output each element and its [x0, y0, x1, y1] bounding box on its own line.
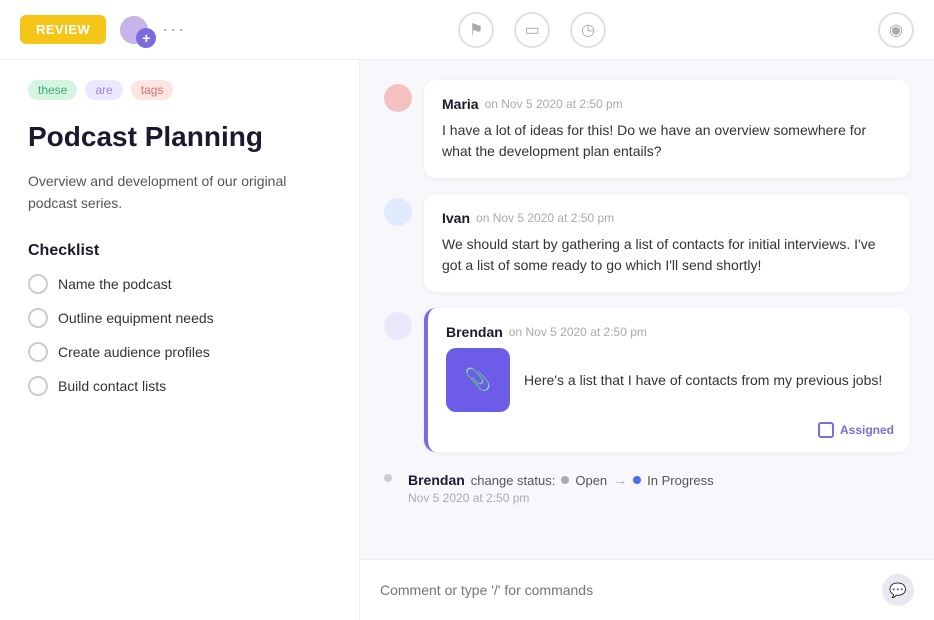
send-button[interactable]: 💬 — [882, 574, 914, 606]
checklist-item-3[interactable]: Create audience profiles — [28, 342, 331, 362]
comment-row-maria: Maria on Nov 5 2020 at 2:50 pm I have a … — [384, 80, 910, 178]
top-bar-right: ◉ — [878, 12, 914, 48]
status-action: change status: — [471, 473, 556, 488]
checklist-label-3: Create audience profiles — [58, 344, 210, 360]
left-panel: these are tags Podcast Planning Overview… — [0, 60, 360, 620]
clock-icon: ◷ — [581, 20, 595, 40]
status-to: In Progress — [647, 473, 713, 488]
avatar-group: + — [118, 14, 150, 46]
top-bar: REVIEW + ··· ⚑ ▭ ◷ ◉ — [0, 0, 934, 60]
checkbox-3[interactable] — [28, 342, 48, 362]
page-title: Podcast Planning — [28, 120, 331, 154]
right-panel: Maria on Nov 5 2020 at 2:50 pm I have a … — [360, 60, 934, 620]
eye-icon: ◉ — [889, 20, 903, 40]
tag-tags[interactable]: tags — [131, 80, 174, 100]
comment-row-ivan: Ivan on Nov 5 2020 at 2:50 pm We should … — [384, 194, 910, 292]
card-icon: ▭ — [525, 20, 540, 40]
checklist-label-1: Name the podcast — [58, 276, 172, 292]
assigned-label: Assigned — [840, 423, 894, 437]
tag-are[interactable]: are — [85, 80, 122, 100]
card-button[interactable]: ▭ — [514, 12, 550, 48]
checklist-item-1[interactable]: Name the podcast — [28, 274, 331, 294]
comment-card-ivan: Ivan on Nov 5 2020 at 2:50 pm We should … — [424, 194, 910, 292]
status-dot-inprogress — [633, 476, 641, 484]
avatar-maria — [384, 84, 412, 112]
arrow-icon: → — [613, 472, 627, 488]
comment-input[interactable] — [380, 582, 882, 598]
clock-button[interactable]: ◷ — [570, 12, 606, 48]
status-dot-open — [561, 476, 569, 484]
comments-area: Maria on Nov 5 2020 at 2:50 pm I have a … — [360, 60, 934, 559]
review-button[interactable]: REVIEW — [20, 15, 106, 44]
page-description: Overview and development of our original… — [28, 170, 331, 215]
more-options-button[interactable]: ··· — [162, 19, 186, 40]
main-content: these are tags Podcast Planning Overview… — [0, 60, 934, 620]
top-bar-icons: ⚑ ▭ ◷ — [458, 12, 606, 48]
author-maria: Maria — [442, 96, 479, 112]
checklist: Name the podcast Outline equipment needs… — [28, 274, 331, 396]
checkbox-1[interactable] — [28, 274, 48, 294]
status-timestamp: Nov 5 2020 at 2:50 pm — [408, 491, 714, 505]
timestamp-maria: on Nov 5 2020 at 2:50 pm — [485, 97, 623, 111]
checklist-item-4[interactable]: Build contact lists — [28, 376, 331, 396]
bullet-dot — [384, 474, 392, 482]
checkbox-2[interactable] — [28, 308, 48, 328]
top-bar-left: REVIEW + ··· — [20, 14, 186, 46]
timestamp-brendan: on Nov 5 2020 at 2:50 pm — [509, 325, 647, 339]
tags-row: these are tags — [28, 80, 331, 100]
assigned-badge: Assigned — [818, 422, 894, 438]
text-ivan: We should start by gathering a list of c… — [442, 234, 892, 276]
tag-these[interactable]: these — [28, 80, 77, 100]
checkbox-4[interactable] — [28, 376, 48, 396]
text-brendan: Here's a list that I have of contacts fr… — [524, 370, 882, 391]
comment-header-ivan: Ivan on Nov 5 2020 at 2:50 pm — [442, 210, 892, 226]
flag-button[interactable]: ⚑ — [458, 12, 494, 48]
status-change-row: Brendan change status: Open → In Progres… — [384, 468, 910, 509]
comment-header-brendan: Brendan on Nov 5 2020 at 2:50 pm — [446, 324, 892, 340]
text-maria: I have a lot of ideas for this! Do we ha… — [442, 120, 892, 162]
timestamp-ivan: on Nov 5 2020 at 2:50 pm — [476, 211, 614, 225]
assigned-checkbox[interactable] — [818, 422, 834, 438]
comment-input-area: 💬 — [360, 559, 934, 620]
status-change: Brendan change status: Open → In Progres… — [408, 468, 714, 509]
flag-icon: ⚑ — [469, 20, 483, 40]
status-change-content: Brendan change status: Open → In Progres… — [408, 472, 714, 488]
attachment-icon: 📎 — [464, 367, 491, 393]
eye-button[interactable]: ◉ — [878, 12, 914, 48]
comment-header-maria: Maria on Nov 5 2020 at 2:50 pm — [442, 96, 892, 112]
comment-card-maria: Maria on Nov 5 2020 at 2:50 pm I have a … — [424, 80, 910, 178]
checklist-item-2[interactable]: Outline equipment needs — [28, 308, 331, 328]
comment-row-brendan: Brendan on Nov 5 2020 at 2:50 pm 📎 Here'… — [384, 308, 910, 452]
avatar-brendan — [384, 312, 412, 340]
send-icon: 💬 — [889, 582, 906, 599]
checklist-label-2: Outline equipment needs — [58, 310, 214, 326]
checklist-label-4: Build contact lists — [58, 378, 166, 394]
avatar-ivan — [384, 198, 412, 226]
checklist-title: Checklist — [28, 242, 331, 260]
comment-card-brendan: Brendan on Nov 5 2020 at 2:50 pm 📎 Here'… — [424, 308, 910, 452]
attachment-thumb[interactable]: 📎 — [446, 348, 510, 412]
status-author: Brendan — [408, 472, 465, 488]
author-ivan: Ivan — [442, 210, 470, 226]
add-member-button[interactable]: + — [136, 28, 156, 48]
attachment-row: 📎 Here's a list that I have of contacts … — [446, 348, 892, 412]
author-brendan: Brendan — [446, 324, 503, 340]
status-from: Open — [575, 473, 607, 488]
